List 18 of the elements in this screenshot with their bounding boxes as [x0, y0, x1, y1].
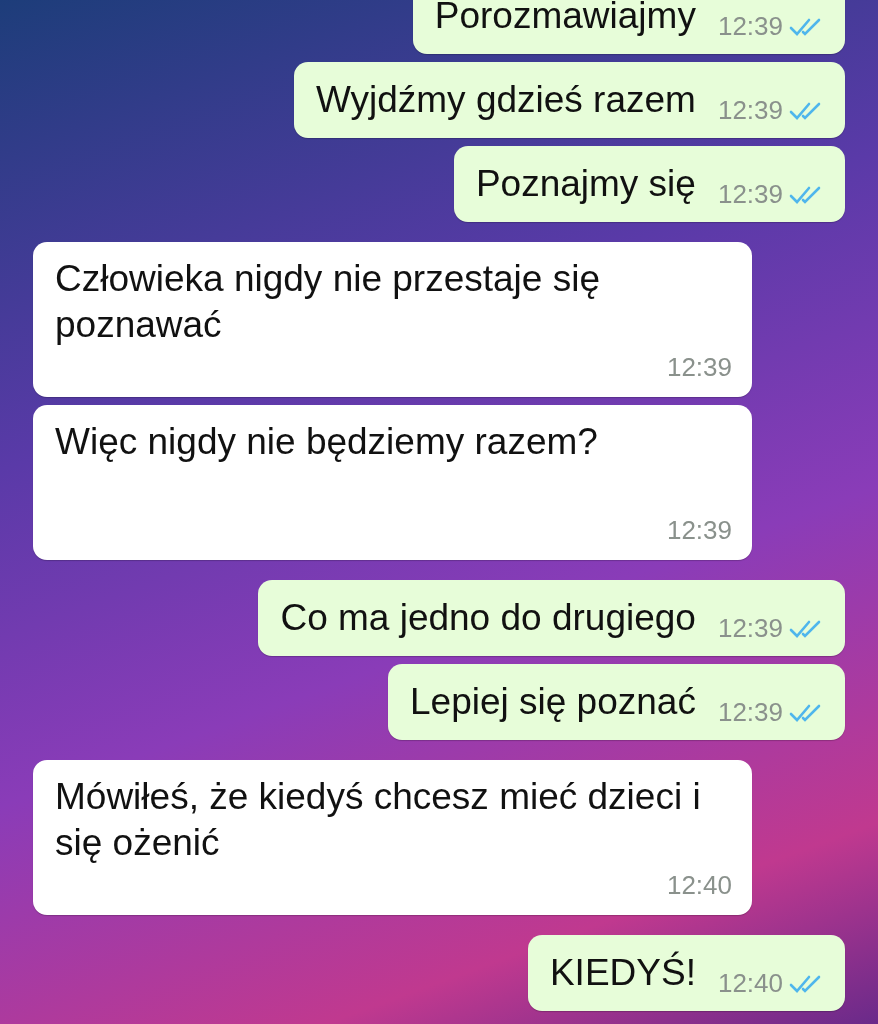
message-text: Człowieka nigdy nie przestaje się poznawać [55, 257, 601, 347]
message-time: 12:39 [717, 178, 783, 211]
message-time: 12:39 [717, 696, 783, 729]
message-time: 12:39 [666, 351, 732, 384]
message-time: 12:40 [717, 967, 783, 1000]
message-time: 12:39 [717, 10, 783, 43]
message-text: Mówiłeś, że kiedyś chcesz mieć dzieci i się ożenić [55, 775, 702, 865]
message-time: 12:39 [717, 94, 783, 127]
message-text: Wyjdźmy gdzieś razem [315, 78, 696, 122]
message-text: Poznajmy się [475, 162, 696, 206]
message-text: Więc nigdy nie będziemy razem? [55, 420, 599, 464]
message-text: KIEDYŚ! [549, 950, 696, 995]
message-text: Porozmawiajmy [434, 0, 696, 38]
message-time: 12:39 [717, 612, 783, 645]
message-text: Lepiej się poznać [410, 680, 696, 724]
message-text: Co ma jedno do drugiego [280, 596, 696, 640]
message-time: 12:40 [666, 869, 732, 902]
message-time: 12:39 [666, 514, 732, 547]
